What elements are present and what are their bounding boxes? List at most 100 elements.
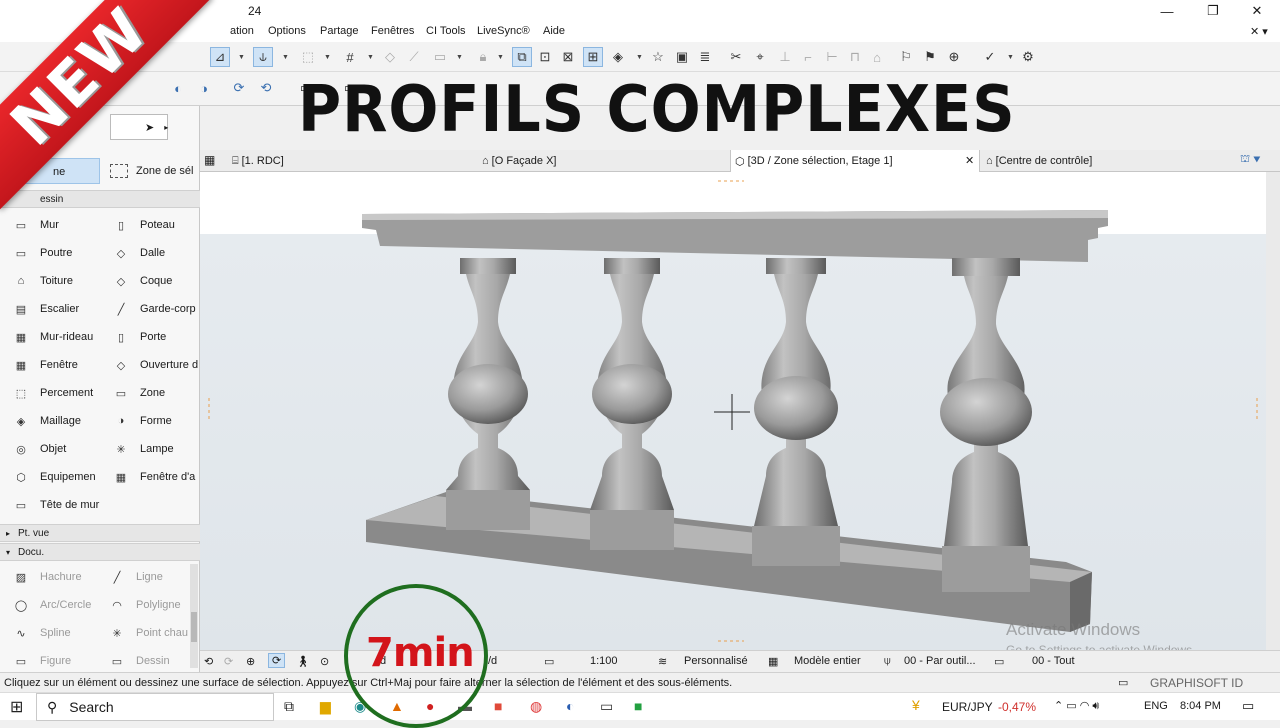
clock[interactable]: 8:04 PM [1180,700,1221,712]
check-icon[interactable]: ✓ [980,47,1000,67]
tool-hachure[interactable]: ▨ Hachure [10,568,82,586]
tool-lampe[interactable]: ✳ Lampe [110,440,173,458]
snap-point-icon[interactable]: ⫝ [253,47,273,67]
app-red-icon[interactable]: ■ [494,698,502,714]
tool-figure[interactable]: ▭ Figure [10,652,71,670]
redo-zoom-icon[interactable]: ⟳ [224,655,233,668]
chevron-down-icon[interactable]: ▼ [497,54,504,61]
palette-scrollbar[interactable] [190,564,198,668]
trim-icon[interactable]: ⊥ [775,47,795,67]
tool-dalle[interactable]: ◇ Dalle [110,244,165,262]
scroll-thumb[interactable] [191,612,197,642]
tool-ouverture-d[interactable]: ◇ Ouverture d [110,356,198,374]
elevate-icon[interactable]: ⊓ [845,47,865,67]
minimize-button[interactable]: — [1144,0,1190,22]
eraser-icon[interactable]: ◇ [380,47,400,67]
arrow-tool-icon[interactable]: ➤ [145,121,154,134]
flag-icon[interactable]: ⚐ [896,47,916,67]
menu-item-livesync[interactable]: LiveSync® [477,25,530,37]
3d-view-icon[interactable]: ◈ [608,47,628,67]
windows-start-icon[interactable]: ⊞ [10,697,23,717]
close-tab-icon[interactable]: ✕ [965,154,974,167]
lock-icon[interactable]: 🔒︎ [473,47,493,67]
tool-fenetre-d-a[interactable]: ▦ Fenêtre d'a [110,468,196,486]
navigator-icon[interactable]: ▦ [204,153,215,167]
tool-equipemen[interactable]: ⬡ Equipemen [10,468,95,486]
tool-porte[interactable]: ▯ Porte [110,328,166,346]
tool-maillage[interactable]: ◈ Maillage [10,412,81,430]
tool-fenetre[interactable]: ▦ Fenêtre [10,356,78,374]
tool-zone[interactable]: ▭ Zone [110,384,165,402]
taskbar-search[interactable]: ⚲ Search [36,693,274,721]
menu-item-partage[interactable]: Partage [320,25,359,37]
corner-icon[interactable]: ⌐ [798,47,818,67]
trace-icon[interactable]: ⟋ [404,47,424,67]
pen-set-icon[interactable]: ◑ [194,78,214,98]
pick-up-icon[interactable]: ⌖ [750,47,770,67]
close-button[interactable]: ✕ [1234,0,1280,22]
restore-button[interactable]: ❐ [1190,0,1236,22]
snap-guide-icon[interactable]: ⊿ [210,47,230,67]
chevron-down-icon[interactable]: ▼ [282,54,289,61]
tab-centre-controle[interactable]: ⌂ [Centre de contrôle] [982,150,1232,172]
palette-section-docu[interactable]: ▾ Docu. [0,543,200,561]
tool-objet[interactable]: ◎ Objet [10,440,66,458]
pen-set-select[interactable]: 00 - Par outil... [904,655,976,667]
terminal-icon[interactable]: ▭ [600,698,613,715]
tool-spline[interactable]: ∿ Spline [10,624,70,642]
currency-change[interactable]: -0,47% [998,700,1036,714]
tools-icon[interactable]: ⚙ [1018,47,1038,67]
chrome-icon[interactable]: ◍ [530,698,542,715]
tool-dessin[interactable]: ▭ Dessin [106,652,170,670]
scissors-icon[interactable]: ✂ [726,47,746,67]
tool-escalier[interactable]: ▤ Escalier [10,300,79,318]
tool-toiture[interactable]: ⌂ Toiture [10,272,73,290]
roof-icon[interactable]: ⌂ [867,47,887,67]
tool-garde-corp[interactable]: ╱ Garde-corp [110,300,196,318]
language-indicator[interactable]: ENG [1144,700,1168,712]
zoom-icon[interactable]: ⊕ [246,655,255,668]
layer-icon[interactable]: ▭ [430,47,450,67]
scale-value[interactable]: 1:100 [590,655,618,667]
chevron-down-icon[interactable]: ▼ [456,54,463,61]
layer-settings-icon[interactable]: ◐ [168,78,188,98]
walk-icon[interactable]: 🚶︎ [296,655,310,668]
publisher-icon[interactable]: ⊕ [944,47,964,67]
suspend-groups-icon[interactable]: ⧉ [512,47,532,67]
tool-ligne[interactable]: ╱ Ligne [106,568,163,586]
palette-section-ptvue[interactable]: ▸ Pt. vue [0,524,200,542]
3d-viewport[interactable] [200,172,1266,650]
archicad-icon[interactable]: ◐ [566,698,574,714]
view-partial-b[interactable]: /d [488,655,497,667]
status-panel-icon[interactable]: ▭ [1118,676,1128,689]
tool-poteau[interactable]: ▯ Poteau [110,216,175,234]
chevron-down-icon[interactable]: ▼ [238,54,245,61]
rename-icon[interactable]: ⟳ [229,78,249,98]
doc-flag-icon[interactable]: ⚑ [920,47,940,67]
override-icon[interactable]: ⟲ [256,78,276,98]
camtasia-icon[interactable]: ■ [634,698,642,714]
file-explorer-icon[interactable]: ▆ [320,698,331,715]
tool-mur-rideau[interactable]: ▦ Mur-rideau [10,328,93,346]
tool-arc-cercle[interactable]: ◯ Arc/Cercle [10,596,92,614]
graphisoft-id[interactable]: GRAPHISOFT ID [1150,676,1243,690]
tool-polyligne[interactable]: ◠ Polyligne [106,596,180,614]
undo-zoom-icon[interactable]: ⟲ [204,655,213,668]
chevron-down-icon[interactable]: ▼ [1007,54,1014,61]
dimension-select[interactable]: 00 - Tout [1032,655,1075,667]
viewport-scrollbar[interactable] [1266,172,1280,650]
ungroup-icon[interactable]: ⊠ [558,47,578,67]
menu-item-ci-tools[interactable]: CI Tools [426,25,466,37]
chevron-down-icon[interactable]: ▼ [324,54,331,61]
notification-icon[interactable]: ▭ [1242,698,1254,714]
currency-pair[interactable]: EUR/JPY [942,700,993,714]
palette-section-design[interactable]: essin [0,190,200,208]
star-icon[interactable]: ☆ [648,47,668,67]
menu-item-visualisation[interactable]: ation [230,25,254,37]
tab-facade[interactable]: ⌂ [O Façade X] [478,150,728,172]
model-view-select[interactable]: Modèle entier [794,655,861,667]
tool-mur[interactable]: ▭ Mur [10,216,59,234]
chevron-down-icon[interactable]: ▼ [636,54,643,61]
chevron-down-icon[interactable]: ▼ [367,54,374,61]
fit-icon[interactable]: ⊙ [320,655,329,668]
